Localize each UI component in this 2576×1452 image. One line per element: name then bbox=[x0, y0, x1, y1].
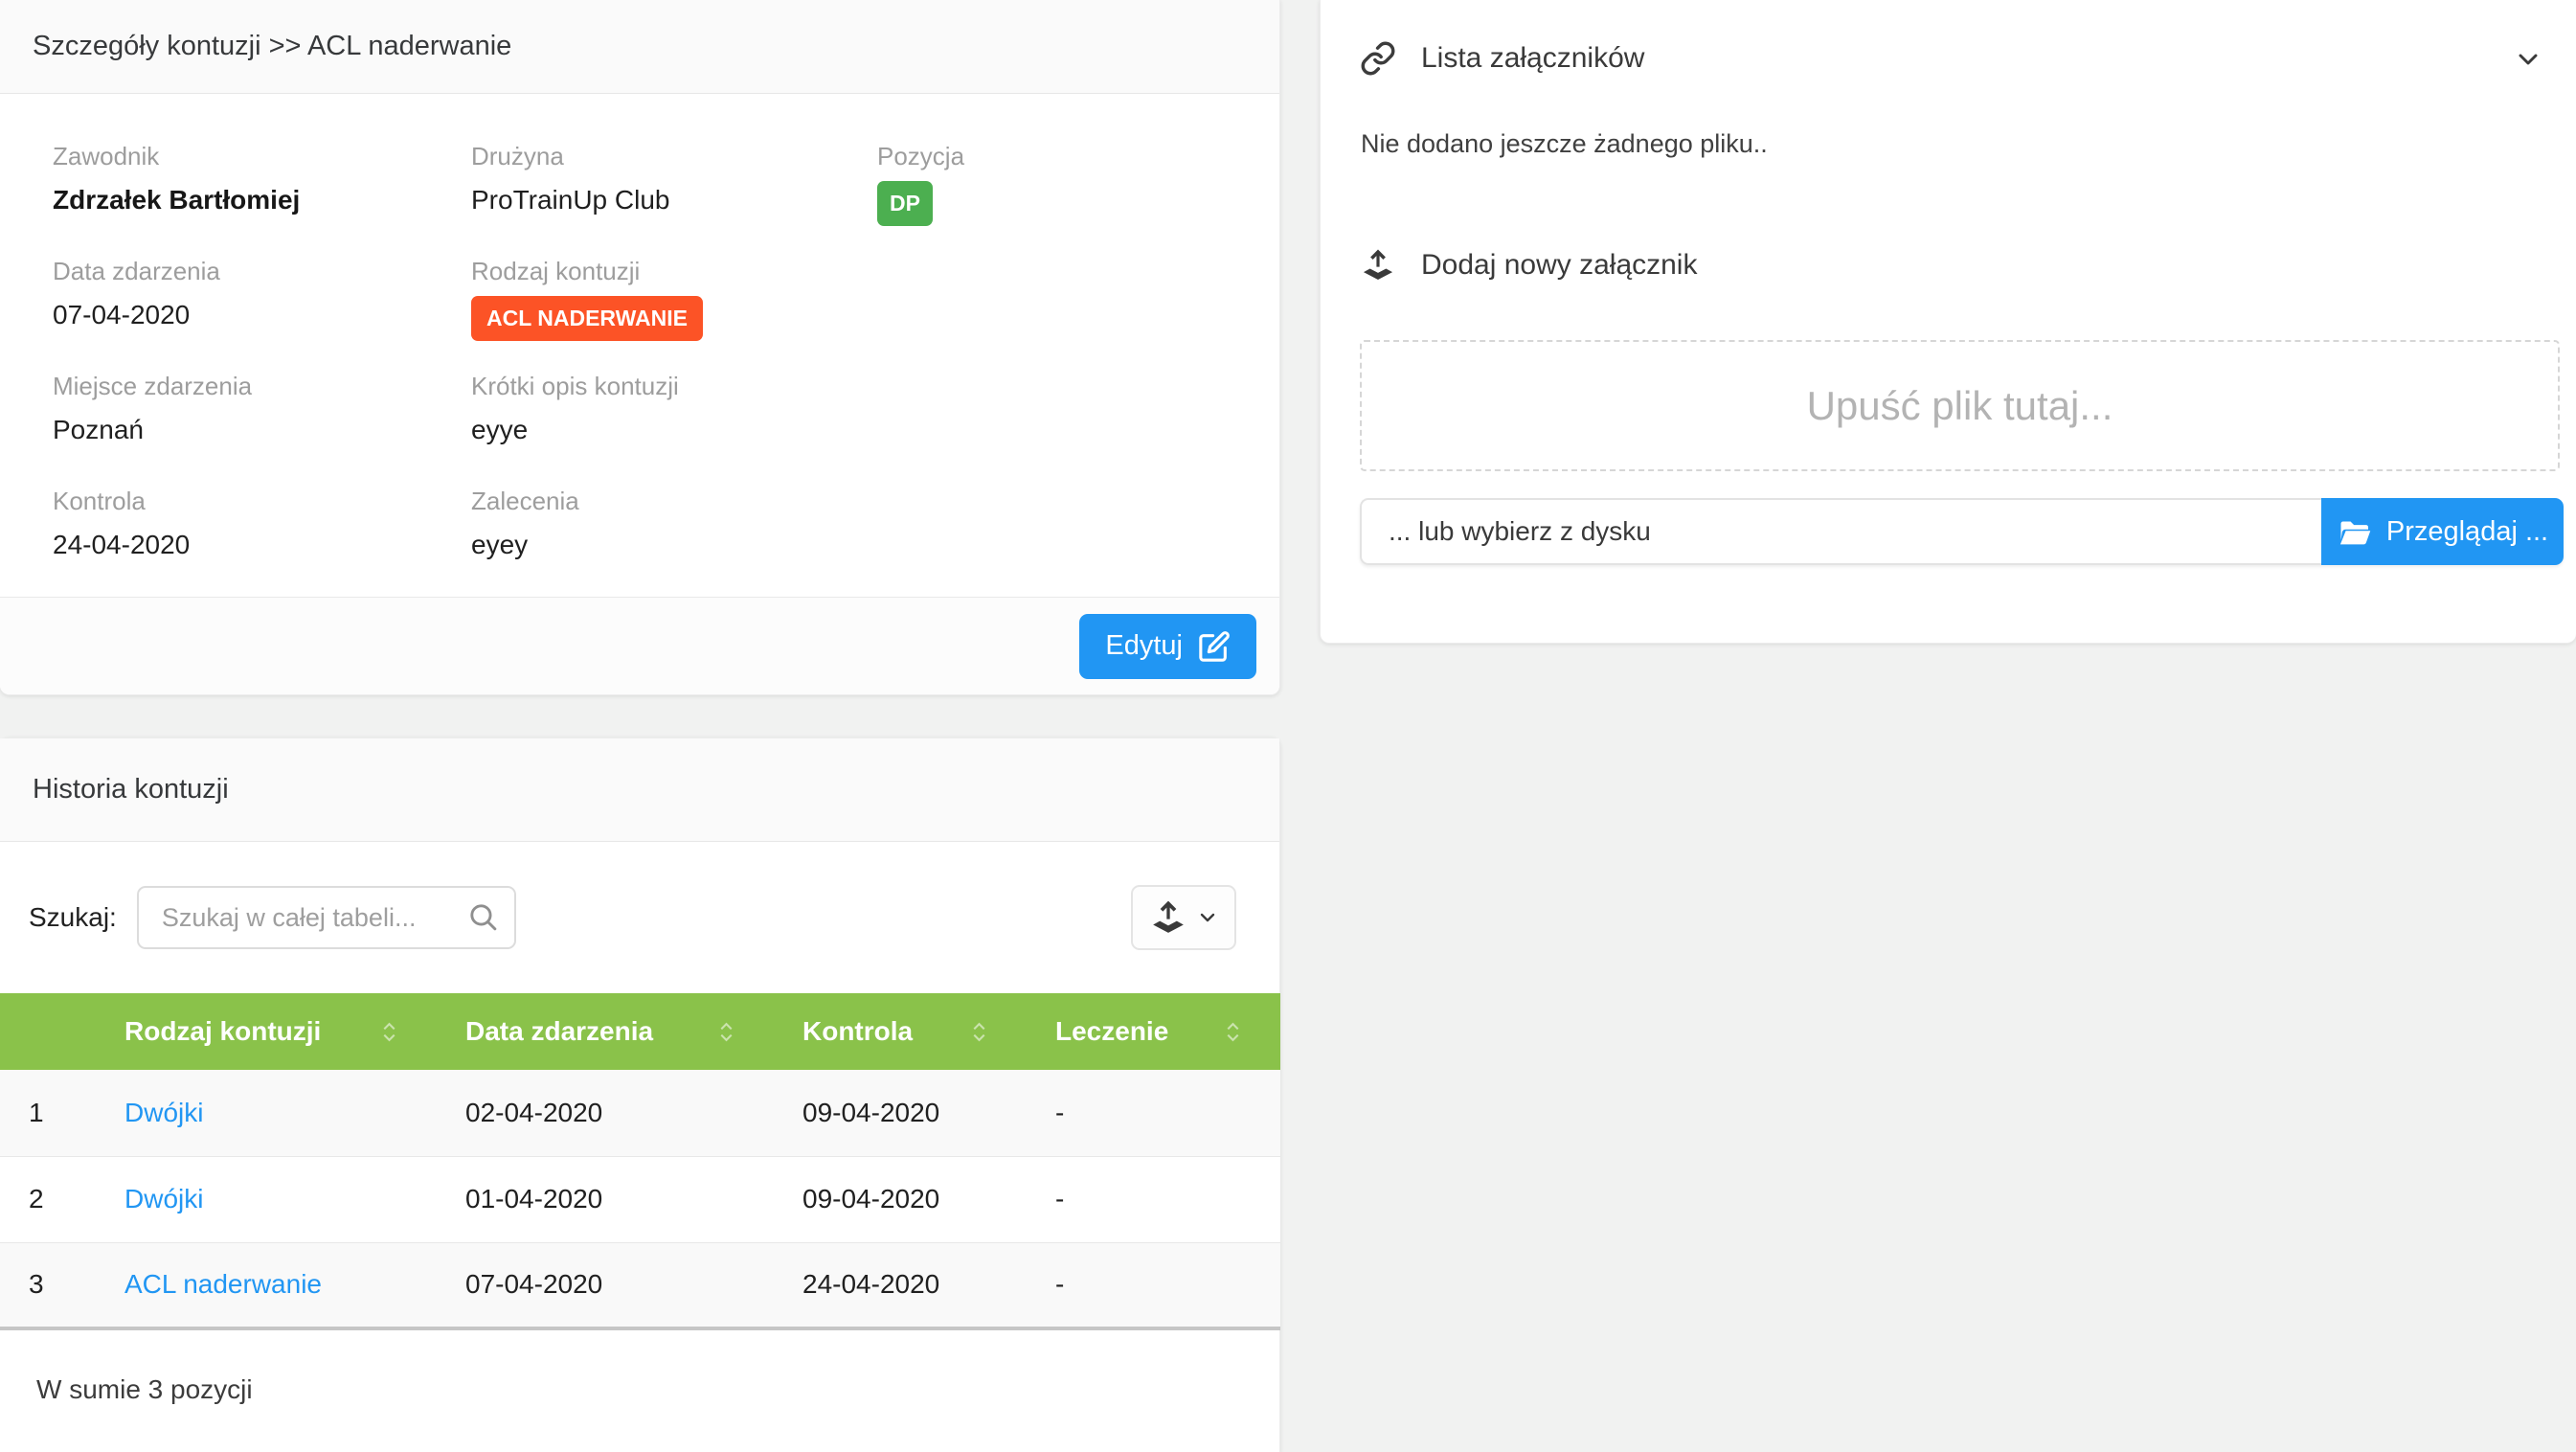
column-header-leczenie[interactable]: Leczenie bbox=[1027, 993, 1280, 1070]
history-toolbar: Szukaj: bbox=[0, 842, 1279, 993]
field-label: Pozycja bbox=[877, 142, 964, 171]
injury-link[interactable]: ACL naderwanie bbox=[124, 1269, 322, 1299]
dropzone-placeholder: Upuść plik tutaj... bbox=[1807, 383, 2113, 429]
event-date-cell: 07-04-2020 bbox=[437, 1242, 774, 1328]
column-header-kontrola[interactable]: Kontrola bbox=[774, 993, 1027, 1070]
browse-button-label: Przeglądaj ... bbox=[2386, 516, 2548, 548]
injury-description: eyye bbox=[471, 415, 679, 445]
event-place: Poznań bbox=[53, 415, 252, 445]
search-icon bbox=[467, 901, 499, 933]
table-summary: W sumie 3 pozycji bbox=[0, 1330, 1279, 1405]
injury-details-footer: Edytuj bbox=[0, 597, 1279, 694]
injury-history-card: Historia kontuzji Szukaj: bbox=[0, 737, 1280, 1452]
event-date-cell: 01-04-2020 bbox=[437, 1156, 774, 1242]
field-pozycja: Pozycja DP bbox=[877, 142, 964, 226]
sort-icon bbox=[1226, 1021, 1240, 1043]
player-name: Zdrzałek Bartłomiej bbox=[53, 185, 300, 216]
position-badge: DP bbox=[877, 181, 933, 226]
add-attachment-header: Dodaj nowy załącznik bbox=[1360, 247, 1697, 284]
field-label: Rodzaj kontuzji bbox=[471, 257, 703, 286]
browse-button[interactable]: Przeglądaj ... bbox=[2321, 498, 2564, 565]
history-title: Historia kontuzji bbox=[33, 774, 229, 805]
upload-icon bbox=[1360, 247, 1396, 284]
field-label: Miejsce zdarzenia bbox=[53, 372, 252, 401]
edit-icon bbox=[1198, 630, 1231, 663]
control-date-cell: 09-04-2020 bbox=[774, 1156, 1027, 1242]
field-zawodnik: Zawodnik Zdrzałek Bartłomiej bbox=[53, 142, 300, 216]
attachments-list-title: Lista załączników bbox=[1421, 42, 1644, 75]
file-dropzone[interactable]: Upuść plik tutaj... bbox=[1360, 340, 2560, 471]
file-path-input[interactable] bbox=[1360, 498, 2321, 565]
field-zalecenia: Zalecenia eyey bbox=[471, 487, 579, 560]
add-attachment-title: Dodaj nowy załącznik bbox=[1421, 249, 1697, 282]
search-input[interactable] bbox=[137, 886, 516, 949]
row-index: 2 bbox=[0, 1156, 96, 1242]
injury-type-badge: ACL NADERWANIE bbox=[471, 296, 703, 341]
search-label: Szukaj: bbox=[29, 902, 117, 933]
injury-details-header: Szczegóły kontuzji >> ACL naderwanie bbox=[0, 0, 1279, 94]
chevron-down-icon bbox=[1196, 906, 1219, 929]
field-druzyna: Drużyna ProTrainUp Club bbox=[471, 142, 669, 216]
team-name: ProTrainUp Club bbox=[471, 185, 669, 216]
field-label: Data zdarzenia bbox=[53, 257, 220, 286]
row-index: 3 bbox=[0, 1242, 96, 1328]
field-krotki-opis: Krótki opis kontuzji eyye bbox=[471, 372, 679, 445]
injury-link[interactable]: Dwójki bbox=[124, 1098, 203, 1127]
treatment-cell: - bbox=[1027, 1156, 1280, 1242]
file-picker-group: Przeglądaj ... bbox=[1360, 498, 2564, 565]
treatment-cell: - bbox=[1027, 1070, 1280, 1156]
export-dropdown-button[interactable] bbox=[1131, 885, 1236, 950]
control-date-cell: 09-04-2020 bbox=[774, 1070, 1027, 1156]
control-date-cell: 24-04-2020 bbox=[774, 1242, 1027, 1328]
field-label: Drużyna bbox=[471, 142, 669, 171]
attachments-list-header: Lista załączników bbox=[1360, 40, 1644, 77]
field-label: Zawodnik bbox=[53, 142, 300, 171]
event-date-cell: 02-04-2020 bbox=[437, 1070, 774, 1156]
page-title: Szczegóły kontuzji >> ACL naderwanie bbox=[33, 31, 511, 62]
row-index: 1 bbox=[0, 1070, 96, 1156]
edit-button-label: Edytuj bbox=[1105, 630, 1183, 662]
table-header-row: Rodzaj kontuzji Data zdarzenia Kontrola … bbox=[0, 993, 1280, 1070]
folder-icon bbox=[2337, 514, 2371, 549]
field-label: Krótki opis kontuzji bbox=[471, 372, 679, 401]
export-icon bbox=[1149, 898, 1187, 937]
field-label: Kontrola bbox=[53, 487, 190, 516]
injury-details-card: Szczegóły kontuzji >> ACL naderwanie Zaw… bbox=[0, 0, 1280, 695]
search-box bbox=[137, 886, 516, 949]
injury-history-table: Rodzaj kontuzji Data zdarzenia Kontrola … bbox=[0, 993, 1280, 1330]
field-rodzaj-kontuzji: Rodzaj kontuzji ACL NADERWANIE bbox=[471, 257, 703, 341]
table-row: 3 ACL naderwanie 07-04-2020 24-04-2020 - bbox=[0, 1242, 1280, 1328]
table-row: 2 Dwójki 01-04-2020 09-04-2020 - bbox=[0, 1156, 1280, 1242]
field-label: Zalecenia bbox=[471, 487, 579, 516]
column-header-rodzaj-kontuzji[interactable]: Rodzaj kontuzji bbox=[96, 993, 437, 1070]
injury-link[interactable]: Dwójki bbox=[124, 1184, 203, 1214]
event-date: 07-04-2020 bbox=[53, 300, 220, 330]
column-header-data-zdarzenia[interactable]: Data zdarzenia bbox=[437, 993, 774, 1070]
control-date: 24-04-2020 bbox=[53, 530, 190, 560]
table-row: 1 Dwójki 02-04-2020 09-04-2020 - bbox=[0, 1070, 1280, 1156]
attachments-empty-message: Nie dodano jeszcze żadnego pliku.. bbox=[1361, 129, 1768, 159]
field-miejsce-zdarzenia: Miejsce zdarzenia Poznań bbox=[53, 372, 252, 445]
field-kontrola: Kontrola 24-04-2020 bbox=[53, 487, 190, 560]
link-icon bbox=[1360, 40, 1396, 77]
injury-history-header: Historia kontuzji bbox=[0, 738, 1279, 842]
chevron-down-icon[interactable] bbox=[2513, 44, 2543, 75]
column-header-index bbox=[0, 993, 96, 1070]
field-data-zdarzenia: Data zdarzenia 07-04-2020 bbox=[53, 257, 220, 330]
treatment-cell: - bbox=[1027, 1242, 1280, 1328]
edit-button[interactable]: Edytuj bbox=[1079, 614, 1256, 679]
sort-icon bbox=[972, 1021, 986, 1043]
sort-icon bbox=[719, 1021, 734, 1043]
sort-icon bbox=[382, 1021, 396, 1043]
attachments-card: Lista załączników Nie dodano jeszcze żad… bbox=[1320, 0, 2576, 644]
recommendations: eyey bbox=[471, 530, 579, 560]
